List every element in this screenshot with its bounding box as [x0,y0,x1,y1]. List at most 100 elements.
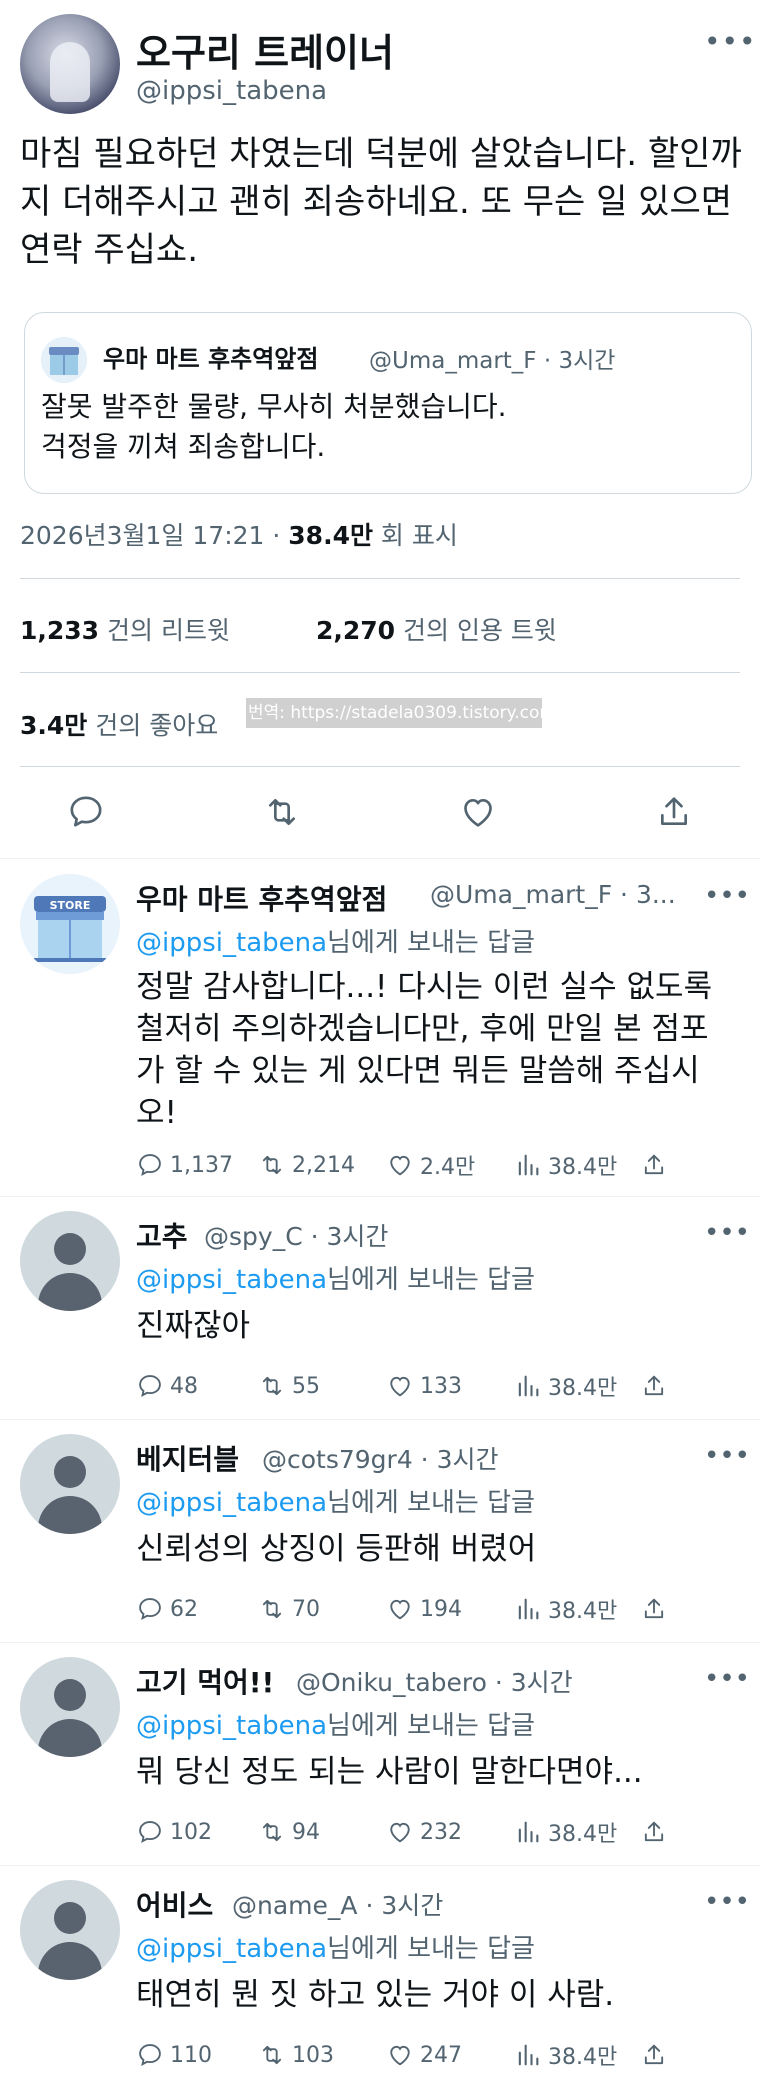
reply-count: 110 [170,2042,212,2068]
store-avatar-icon[interactable]: STORE [20,874,120,974]
retweet-button[interactable]: 55 [258,1369,320,1403]
share-icon [644,1375,664,1396]
heart-icon [390,1599,410,1620]
share-button[interactable] [640,1148,674,1182]
reply-button[interactable]: 102 [136,1815,212,1849]
divider [20,766,740,767]
retweet-icon[interactable] [262,792,302,832]
reply-author-handle[interactable]: @name_A · 3시간 [232,1886,443,1922]
reply-item[interactable]: STORE 우마 마트 후추역앞점 @Uma_mart_F · 3... •••… [0,860,760,1196]
reply-author-handle[interactable]: @spy_C · 3시간 [204,1217,388,1253]
retweet-button[interactable]: 103 [258,2038,334,2072]
reply-to-line: @ippsi_tabena님에게 보내는 답글 [136,1928,535,1965]
reply-count: 102 [170,1819,212,1845]
reply-to-line: @ippsi_tabena님에게 보내는 답글 [136,1259,535,1296]
reply-author-handle[interactable]: @Oniku_tabero · 3시간 [296,1663,573,1699]
retweet-stat[interactable]: 1,233 건의 리트윗 [20,611,230,647]
reply-item[interactable]: 고추 @spy_C · 3시간 ••• @ippsi_tabena님에게 보내는… [0,1197,760,1419]
reply-item[interactable]: 고기 먹어!! @Oniku_tabero · 3시간 ••• @ippsi_t… [0,1643,760,1865]
more-icon[interactable]: ••• [704,28,756,60]
reply-button[interactable]: 62 [136,1592,198,1626]
reply-author-name[interactable]: 베지터블 [136,1438,239,1478]
views-button[interactable]: 38.4만 [514,1148,617,1182]
views-button[interactable]: 38.4만 [514,1369,617,1403]
reply-button[interactable]: 48 [136,1369,198,1403]
reply-author-name[interactable]: 고추 [136,1215,188,1255]
like-button[interactable]: 247 [386,2038,462,2072]
like-button[interactable]: 2.4만 [386,1148,475,1182]
mention-link[interactable]: @ippsi_tabena [136,1711,327,1741]
divider [20,672,740,673]
share-icon[interactable] [654,792,694,832]
reply-to-line: @ippsi_tabena님에게 보내는 답글 [136,1482,535,1519]
share-button[interactable] [640,1369,674,1403]
reply-action-bar: 1,137 2,214 2.4만 38.4만 [136,1148,736,1182]
reply-to-label: 님에게 보내는 답글 [327,1934,535,1964]
more-icon[interactable]: ••• [704,883,750,909]
reply-text: 진짜잖아 [136,1308,251,1344]
reply-count: 62 [170,1596,198,1622]
default-avatar[interactable] [20,1880,120,1980]
reply-icon[interactable] [66,792,106,832]
views-button[interactable]: 38.4만 [514,2038,617,2072]
views-button[interactable]: 38.4만 [514,1815,617,1849]
reply-author-name[interactable]: 어비스 [136,1884,213,1924]
retweet-button[interactable]: 70 [258,1592,320,1626]
retweet-button[interactable]: 2,214 [258,1148,355,1182]
reply-author-handle[interactable]: @cots79gr4 · 3시간 [262,1440,498,1476]
heart-icon[interactable] [458,792,498,832]
retweet-count: 2,214 [292,1152,355,1178]
like-button[interactable]: 194 [386,1592,462,1626]
mention-link[interactable]: @ippsi_tabena [136,1934,327,1964]
timestamp-text[interactable]: 2026년3월1일 17:21 · [20,521,288,550]
reply-author-name[interactable]: 고기 먹어!! [136,1661,274,1701]
retweet-count: 94 [292,1819,320,1845]
more-icon[interactable]: ••• [704,1889,750,1915]
reply-author-name[interactable]: 우마 마트 후추역앞점 [136,878,387,918]
mention-link[interactable]: @ippsi_tabena [136,1265,327,1295]
author-handle[interactable]: @ippsi_tabena [136,76,327,106]
views-icon [518,1821,539,1843]
quoted-tweet[interactable]: 우마 마트 후추역앞점 @Uma_mart_F · 3시간 잘못 발주한 물량,… [24,312,752,494]
reply-button[interactable]: 110 [136,2038,212,2072]
retweet-icon [262,1376,282,1396]
views-icon [518,2044,539,2066]
reply-to-label: 님에게 보내는 답글 [327,928,535,958]
reply-item[interactable]: 베지터블 @cots79gr4 · 3시간 ••• @ippsi_tabena님… [0,1420,760,1642]
like-button[interactable]: 133 [386,1369,462,1403]
reply-author-handle[interactable]: @Uma_mart_F · 3... [430,880,676,909]
like-count: 232 [420,1819,462,1845]
default-avatar[interactable] [20,1211,120,1311]
more-icon[interactable]: ••• [704,1666,750,1692]
like-button[interactable]: 232 [386,1815,462,1849]
share-button[interactable] [640,1592,674,1626]
heart-icon [390,1822,410,1843]
default-avatar[interactable] [20,1657,120,1757]
share-button[interactable] [640,2038,674,2072]
views-icon [518,1598,539,1620]
views-button[interactable]: 38.4만 [514,1592,617,1626]
like-label: 건의 좋아요 [87,711,219,740]
quote-stat[interactable]: 2,270 건의 인용 트윗 [316,611,557,647]
like-stat[interactable]: 3.4만 건의 좋아요 [20,706,218,742]
retweet-button[interactable]: 94 [258,1815,320,1849]
mention-link[interactable]: @ippsi_tabena [136,1488,327,1518]
reply-icon [139,1154,161,1177]
default-avatar[interactable] [20,1434,120,1534]
reply-to-line: @ippsi_tabena님에게 보내는 답글 [136,922,535,959]
reply-item[interactable]: 어비스 @name_A · 3시간 ••• @ippsi_tabena님에게 보… [0,1866,760,2082]
reply-button[interactable]: 1,137 [136,1148,233,1182]
retweet-count: 103 [292,2042,334,2068]
more-icon[interactable]: ••• [704,1220,750,1246]
retweet-label: 건의 리트윗 [99,616,230,645]
more-icon[interactable]: ••• [704,1443,750,1469]
quote-text: 잘못 발주한 물량, 무사히 처분했습니다. 걱정을 끼쳐 죄송합니다. [41,390,507,463]
svg-text:STORE: STORE [50,899,91,912]
share-button[interactable] [640,1815,674,1849]
author-display-name[interactable]: 오구리 트레이너 [136,22,394,77]
retweet-count: 70 [292,1596,320,1622]
reply-action-bar: 110 103 247 38.4만 [136,2038,736,2072]
author-avatar[interactable] [20,14,120,114]
mention-link[interactable]: @ippsi_tabena [136,928,327,958]
retweet-count: 1,233 [20,616,100,645]
